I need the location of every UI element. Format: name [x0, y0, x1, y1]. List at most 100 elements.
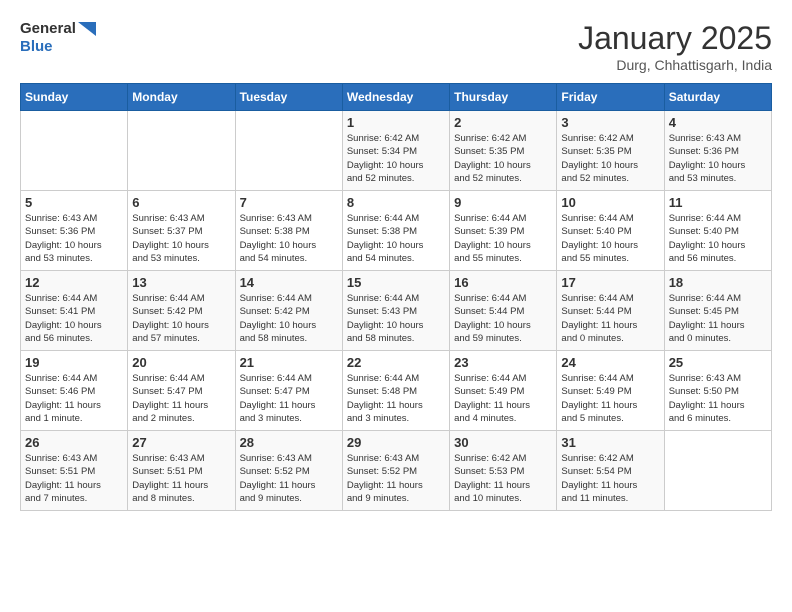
- calendar-cell: 15 Sunrise: 6:44 AM Sunset: 5:43 PM Dayli…: [342, 271, 449, 351]
- day-info: Sunrise: 6:44 AM Sunset: 5:48 PM Dayligh…: [347, 372, 445, 425]
- day-info: Sunrise: 6:44 AM Sunset: 5:45 PM Dayligh…: [669, 292, 767, 345]
- week-row-1: 1Sunrise: 6:42 AM Sunset: 5:34 PM Daylig…: [21, 111, 772, 191]
- calendar-cell: 21 Sunrise: 6:44 AM Sunset: 5:47 PM Dayli…: [235, 351, 342, 431]
- day-number: 14: [240, 275, 338, 290]
- day-number: 21: [240, 355, 338, 370]
- day-number: 20: [132, 355, 230, 370]
- calendar-cell: 8Sunrise: 6:44 AM Sunset: 5:38 PM Daylig…: [342, 191, 449, 271]
- calendar-cell: 28Sunrise: 6:43 AM Sunset: 5:52 PM Dayli…: [235, 431, 342, 511]
- header-cell-wednesday: Wednesday: [342, 84, 449, 111]
- calendar-cell: 9Sunrise: 6:44 AM Sunset: 5:39 PM Daylig…: [450, 191, 557, 271]
- week-row-4: 19 Sunrise: 6:44 AM Sunset: 5:46 PM Dayli…: [21, 351, 772, 431]
- day-info: Sunrise: 6:43 AM Sunset: 5:52 PM Dayligh…: [347, 452, 445, 505]
- day-number: 19: [25, 355, 123, 370]
- day-number: 6: [132, 195, 230, 210]
- day-number: 27: [132, 435, 230, 450]
- day-info: Sunrise: 6:44 AM Sunset: 5:47 PM Dayligh…: [132, 372, 230, 425]
- day-info: Sunrise: 6:44 AM Sunset: 5:44 PM Dayligh…: [454, 292, 552, 345]
- day-number: 16: [454, 275, 552, 290]
- calendar-cell: 7Sunrise: 6:43 AM Sunset: 5:38 PM Daylig…: [235, 191, 342, 271]
- day-info: Sunrise: 6:44 AM Sunset: 5:44 PM Dayligh…: [561, 292, 659, 345]
- logo: General Blue: [20, 20, 96, 56]
- day-number: 28: [240, 435, 338, 450]
- day-number: 3: [561, 115, 659, 130]
- header-row: SundayMondayTuesdayWednesdayThursdayFrid…: [21, 84, 772, 111]
- day-number: 26: [25, 435, 123, 450]
- day-info: Sunrise: 6:43 AM Sunset: 5:51 PM Dayligh…: [25, 452, 123, 505]
- day-number: 24: [561, 355, 659, 370]
- calendar-cell: 13 Sunrise: 6:44 AM Sunset: 5:42 PM Dayli…: [128, 271, 235, 351]
- calendar-cell: [128, 111, 235, 191]
- header-cell-thursday: Thursday: [450, 84, 557, 111]
- day-info: Sunrise: 6:44 AM Sunset: 5:40 PM Dayligh…: [669, 212, 767, 265]
- day-number: 25: [669, 355, 767, 370]
- calendar-cell: 19 Sunrise: 6:44 AM Sunset: 5:46 PM Dayli…: [21, 351, 128, 431]
- day-info: Sunrise: 6:44 AM Sunset: 5:46 PM Dayligh…: [25, 372, 123, 425]
- location-subtitle: Durg, Chhattisgarh, India: [578, 57, 772, 73]
- header-cell-sunday: Sunday: [21, 84, 128, 111]
- calendar-cell: 24 Sunrise: 6:44 AM Sunset: 5:49 PM Dayli…: [557, 351, 664, 431]
- header-cell-monday: Monday: [128, 84, 235, 111]
- day-info: Sunrise: 6:42 AM Sunset: 5:35 PM Dayligh…: [561, 132, 659, 185]
- calendar-cell: 18 Sunrise: 6:44 AM Sunset: 5:45 PM Dayli…: [664, 271, 771, 351]
- day-info: Sunrise: 6:42 AM Sunset: 5:35 PM Dayligh…: [454, 132, 552, 185]
- day-number: 8: [347, 195, 445, 210]
- day-number: 23: [454, 355, 552, 370]
- day-info: Sunrise: 6:44 AM Sunset: 5:49 PM Dayligh…: [561, 372, 659, 425]
- calendar-cell: 23 Sunrise: 6:44 AM Sunset: 5:49 PM Dayli…: [450, 351, 557, 431]
- day-info: Sunrise: 6:44 AM Sunset: 5:41 PM Dayligh…: [25, 292, 123, 345]
- calendar-cell: 12 Sunrise: 6:44 AM Sunset: 5:41 PM Dayli…: [21, 271, 128, 351]
- day-info: Sunrise: 6:44 AM Sunset: 5:49 PM Dayligh…: [454, 372, 552, 425]
- day-info: Sunrise: 6:42 AM Sunset: 5:53 PM Dayligh…: [454, 452, 552, 505]
- header-cell-friday: Friday: [557, 84, 664, 111]
- week-row-2: 5Sunrise: 6:43 AM Sunset: 5:36 PM Daylig…: [21, 191, 772, 271]
- calendar-cell: 25 Sunrise: 6:43 AM Sunset: 5:50 PM Dayli…: [664, 351, 771, 431]
- day-number: 12: [25, 275, 123, 290]
- calendar-cell: 30Sunrise: 6:42 AM Sunset: 5:53 PM Dayli…: [450, 431, 557, 511]
- calendar-cell: 26 Sunrise: 6:43 AM Sunset: 5:51 PM Dayli…: [21, 431, 128, 511]
- calendar-cell: 31 Sunrise: 6:42 AM Sunset: 5:54 PM Dayli…: [557, 431, 664, 511]
- calendar-cell: 2Sunrise: 6:42 AM Sunset: 5:35 PM Daylig…: [450, 111, 557, 191]
- day-info: Sunrise: 6:42 AM Sunset: 5:54 PM Dayligh…: [561, 452, 659, 505]
- calendar-cell: 17 Sunrise: 6:44 AM Sunset: 5:44 PM Dayli…: [557, 271, 664, 351]
- calendar-cell: 22 Sunrise: 6:44 AM Sunset: 5:48 PM Dayli…: [342, 351, 449, 431]
- day-number: 17: [561, 275, 659, 290]
- day-info: Sunrise: 6:42 AM Sunset: 5:34 PM Dayligh…: [347, 132, 445, 185]
- day-number: 13: [132, 275, 230, 290]
- day-number: 29: [347, 435, 445, 450]
- calendar-cell: 20 Sunrise: 6:44 AM Sunset: 5:47 PM Dayli…: [128, 351, 235, 431]
- day-info: Sunrise: 6:43 AM Sunset: 5:37 PM Dayligh…: [132, 212, 230, 265]
- calendar-cell: 1Sunrise: 6:42 AM Sunset: 5:34 PM Daylig…: [342, 111, 449, 191]
- day-info: Sunrise: 6:43 AM Sunset: 5:51 PM Dayligh…: [132, 452, 230, 505]
- day-number: 9: [454, 195, 552, 210]
- calendar-cell: [235, 111, 342, 191]
- title-block: January 2025 Durg, Chhattisgarh, India: [578, 20, 772, 73]
- calendar-cell: 5Sunrise: 6:43 AM Sunset: 5:36 PM Daylig…: [21, 191, 128, 271]
- calendar-cell: [21, 111, 128, 191]
- day-number: 31: [561, 435, 659, 450]
- calendar-cell: 10 Sunrise: 6:44 AM Sunset: 5:40 PM Dayli…: [557, 191, 664, 271]
- calendar-cell: [664, 431, 771, 511]
- day-info: Sunrise: 6:44 AM Sunset: 5:42 PM Dayligh…: [132, 292, 230, 345]
- calendar-cell: 14Sunrise: 6:44 AM Sunset: 5:42 PM Dayli…: [235, 271, 342, 351]
- calendar-cell: 29 Sunrise: 6:43 AM Sunset: 5:52 PM Dayli…: [342, 431, 449, 511]
- header-cell-tuesday: Tuesday: [235, 84, 342, 111]
- calendar-cell: 6 Sunrise: 6:43 AM Sunset: 5:37 PM Daylig…: [128, 191, 235, 271]
- calendar-cell: 11 Sunrise: 6:44 AM Sunset: 5:40 PM Dayli…: [664, 191, 771, 271]
- day-info: Sunrise: 6:43 AM Sunset: 5:50 PM Dayligh…: [669, 372, 767, 425]
- week-row-5: 26 Sunrise: 6:43 AM Sunset: 5:51 PM Dayli…: [21, 431, 772, 511]
- day-info: Sunrise: 6:44 AM Sunset: 5:40 PM Dayligh…: [561, 212, 659, 265]
- day-info: Sunrise: 6:44 AM Sunset: 5:43 PM Dayligh…: [347, 292, 445, 345]
- calendar-cell: 3 Sunrise: 6:42 AM Sunset: 5:35 PM Daylig…: [557, 111, 664, 191]
- day-number: 22: [347, 355, 445, 370]
- day-number: 5: [25, 195, 123, 210]
- page-header: General Blue January 2025 Durg, Chhattis…: [20, 20, 772, 73]
- day-info: Sunrise: 6:44 AM Sunset: 5:47 PM Dayligh…: [240, 372, 338, 425]
- day-info: Sunrise: 6:43 AM Sunset: 5:36 PM Dayligh…: [669, 132, 767, 185]
- day-number: 11: [669, 195, 767, 210]
- day-number: 18: [669, 275, 767, 290]
- day-number: 15: [347, 275, 445, 290]
- day-number: 7: [240, 195, 338, 210]
- day-number: 10: [561, 195, 659, 210]
- week-row-3: 12 Sunrise: 6:44 AM Sunset: 5:41 PM Dayli…: [21, 271, 772, 351]
